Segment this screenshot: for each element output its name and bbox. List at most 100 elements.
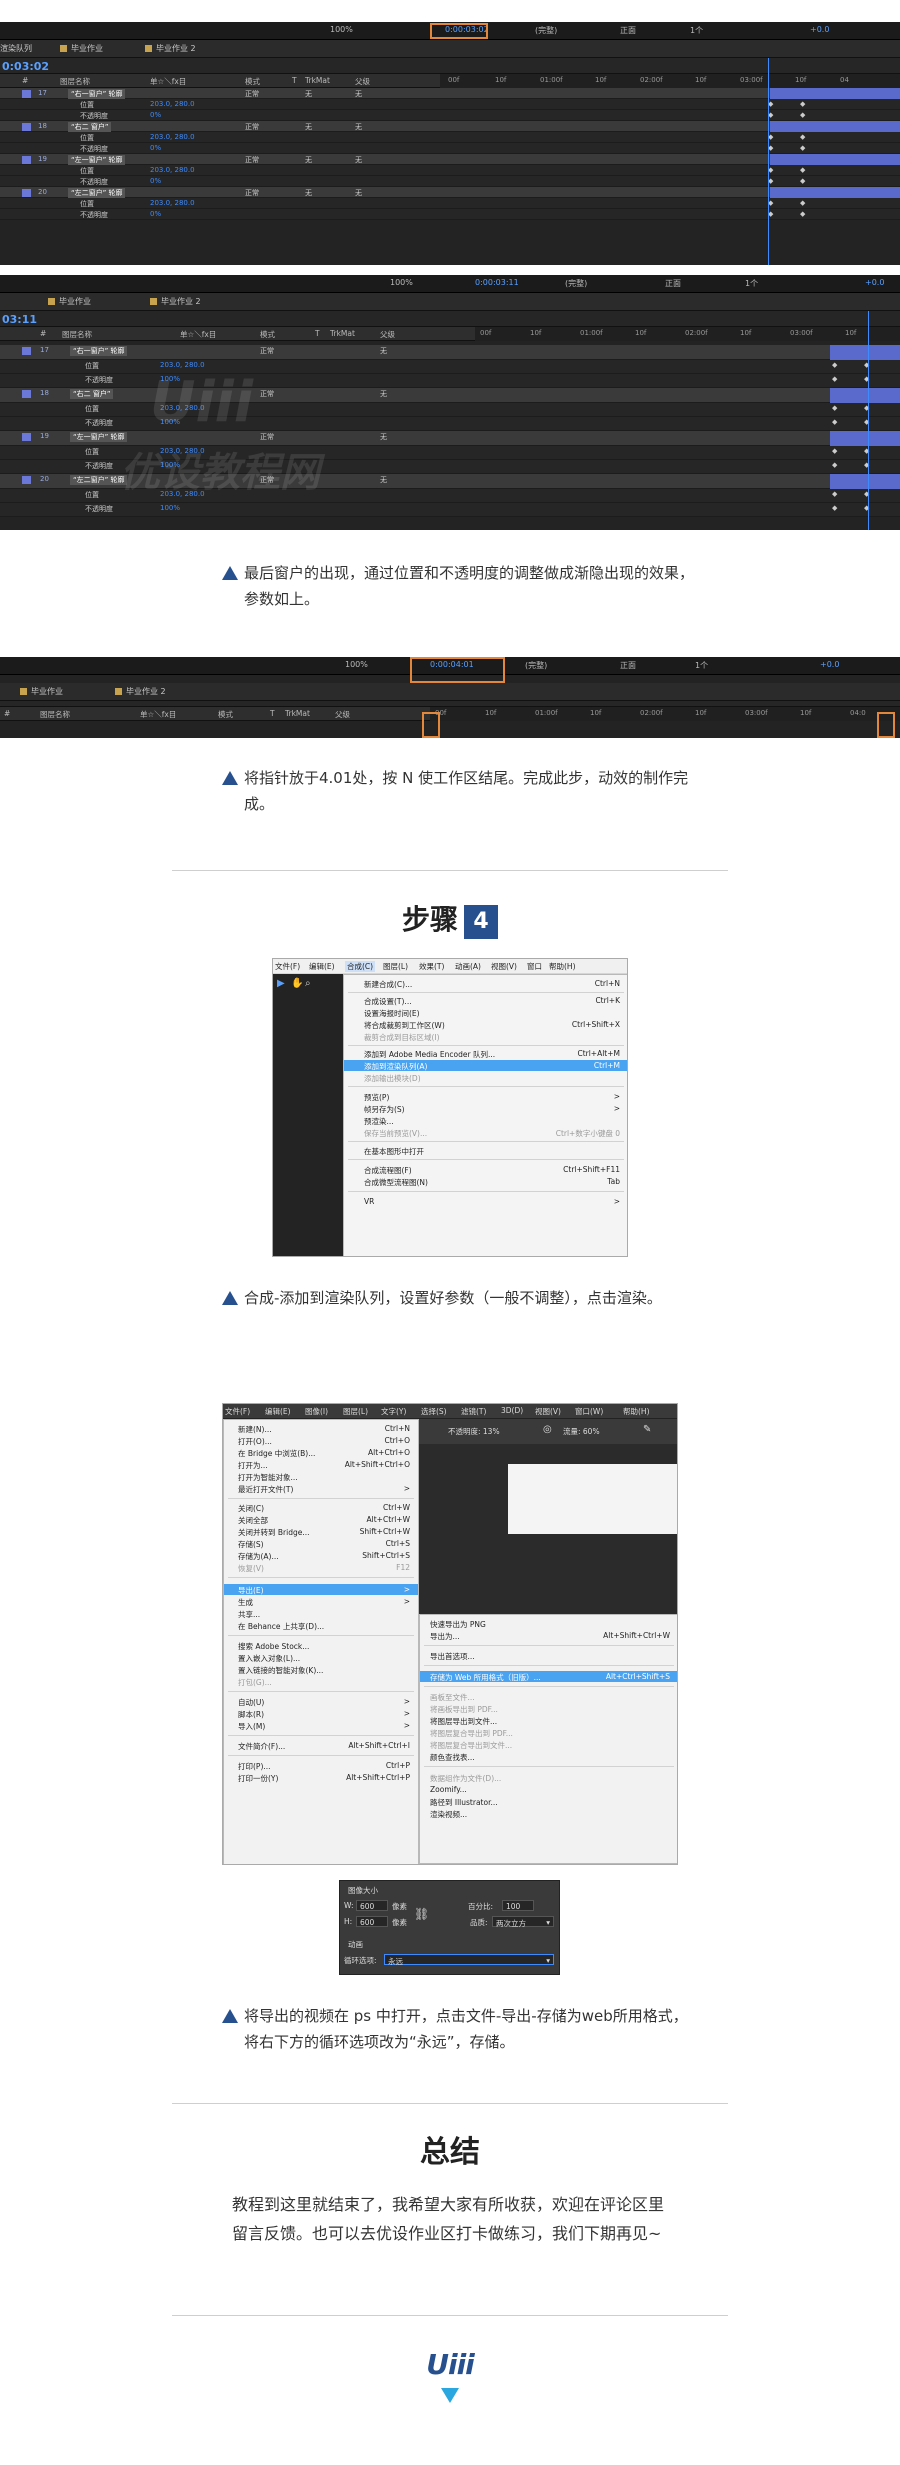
height-field[interactable]: 600 — [356, 1916, 388, 1927]
prop-value[interactable]: 203.0, 280.0 — [150, 166, 195, 174]
layer-mode[interactable]: 正常 — [245, 122, 259, 132]
keyframe-icon[interactable]: ◆ — [800, 199, 805, 207]
layer-name[interactable]: “右二 窗户” — [68, 122, 112, 132]
menu-item[interactable]: 将合成裁剪到工作区(W) Ctrl+Shift+X — [344, 1019, 627, 1030]
flow-field[interactable]: 流量: 60% — [563, 1426, 600, 1437]
layer-row[interactable]: 20 “左二窗户” 轮廓 正常 无 无 — [0, 187, 900, 198]
menu-item[interactable]: 存储为(A)... Shift+Ctrl+S — [224, 1550, 418, 1561]
label-color[interactable] — [22, 90, 31, 98]
menu-item[interactable]: 将图层复合导出到 PDF... — [420, 1727, 677, 1738]
label-color[interactable] — [22, 433, 31, 441]
keyframe-icon[interactable]: ◆ — [800, 100, 805, 108]
layer-name[interactable]: “左二窗户” 轮廓 — [70, 475, 128, 485]
menu-item[interactable]: 数据组作为文件(D)... — [420, 1772, 677, 1783]
menu-item[interactable]: 合成微型流程图(N) Tab — [344, 1176, 627, 1187]
timecode[interactable]: 0:03:02 — [2, 60, 49, 73]
layer-mode[interactable]: 正常 — [260, 389, 274, 399]
tab-comp-1[interactable]: 毕业作业 — [60, 43, 103, 54]
menu-item[interactable]: 裁剪合成到目标区域(I) — [344, 1031, 627, 1042]
label-color[interactable] — [22, 123, 31, 131]
resolution[interactable]: (完整) — [525, 660, 547, 671]
ps-canvas[interactable] — [508, 1464, 677, 1534]
resolution[interactable]: (完整) — [565, 278, 587, 289]
menu-item[interactable]: 新建合成(C)... Ctrl+N — [344, 978, 627, 989]
view-mode[interactable]: 正面 — [665, 278, 681, 289]
menu-item[interactable]: 设置海报时间(E) — [344, 1007, 627, 1018]
prop-value[interactable]: 0% — [150, 177, 161, 185]
menu-item[interactable]: 打印(P)... Ctrl+P — [224, 1760, 418, 1771]
prop-value[interactable]: 203.0, 280.0 — [150, 100, 195, 108]
keyframe-icon[interactable]: ◆ — [832, 404, 837, 412]
menu-edit[interactable]: 编辑(E) — [265, 1406, 291, 1417]
menu-item[interactable]: 将图层导出到文件... — [420, 1715, 677, 1726]
keyframe-icon[interactable]: ◆ — [800, 210, 805, 218]
layer-bar[interactable] — [770, 88, 900, 99]
menu-item[interactable]: 新建(N)... Ctrl+N — [224, 1423, 418, 1434]
label-color[interactable] — [22, 390, 31, 398]
layer-parent[interactable]: 无 — [355, 188, 362, 198]
layer-row[interactable]: 17 “右一窗户” 轮廓 正常 无 — [0, 345, 900, 360]
menu-item[interactable]: 在基本图形中打开 — [344, 1145, 627, 1156]
prop-value[interactable]: 203.0, 280.0 — [160, 361, 205, 369]
zoom-level[interactable]: 100% — [390, 278, 413, 287]
opacity-field[interactable]: 不透明度: 13% — [448, 1426, 500, 1437]
prop-value[interactable]: 203.0, 280.0 — [150, 199, 195, 207]
menu-help[interactable]: 帮助(H) — [549, 961, 576, 972]
layer-row[interactable]: 17 “右一窗户” 轮廓 正常 无 无 — [0, 88, 900, 99]
layer-parent[interactable]: 无 — [380, 389, 387, 399]
menu-animation[interactable]: 动画(A) — [455, 961, 481, 972]
prop-value[interactable]: 0% — [150, 144, 161, 152]
playhead[interactable] — [768, 58, 769, 265]
menu-composition[interactable]: 合成(C) — [345, 961, 376, 972]
keyframe-icon[interactable]: ◆ — [832, 490, 837, 498]
keyframe-icon[interactable]: ◆ — [800, 144, 805, 152]
layer-mode[interactable]: 正常 — [245, 89, 259, 99]
menu-item[interactable]: 关闭并转到 Bridge... Shift+Ctrl+W — [224, 1526, 418, 1537]
menu-item[interactable]: 渲染视频... — [420, 1808, 677, 1819]
menu-item[interactable]: 合成设置(T)... Ctrl+K — [344, 995, 627, 1006]
pressure-icon[interactable]: ◎ — [543, 1424, 552, 1435]
layer-mode[interactable]: 正常 — [245, 188, 259, 198]
current-time[interactable]: 0:00:03:11 — [475, 278, 519, 287]
layer-name[interactable]: “右一窗户” 轮廓 — [70, 346, 128, 356]
menu-window[interactable]: 窗口(W) — [575, 1406, 603, 1417]
menu-item[interactable]: 添加到 Adobe Media Encoder 队列... Ctrl+Alt+M — [344, 1048, 627, 1059]
tab-render-queue[interactable]: 渲染队列 — [0, 43, 32, 54]
prop-value[interactable]: 203.0, 280.0 — [150, 133, 195, 141]
time-ruler[interactable]: 00f 10f 01:00f 10f 02:00f 10f 03:00f 10f… — [430, 707, 900, 721]
view-mode[interactable]: 正面 — [620, 660, 636, 671]
time-ruler[interactable]: 00f 10f 01:00f 10f 02:00f 10f 03:00f 10f — [475, 327, 900, 341]
menu-item-save-for-web[interactable]: 存储为 Web 所用格式（旧版）... Alt+Ctrl+Shift+S — [420, 1671, 677, 1682]
menu-item[interactable]: 帧另存为(S) > — [344, 1103, 627, 1114]
menu-item[interactable]: 画板至文件... — [420, 1691, 677, 1702]
menu-3d[interactable]: 3D(D) — [501, 1406, 523, 1415]
menu-item[interactable]: 导入(M) > — [224, 1720, 418, 1731]
menu-item-add-to-render-queue[interactable]: 添加到渲染队列(A) Ctrl+M — [344, 1060, 627, 1071]
menu-item[interactable]: 关闭全部 Alt+Ctrl+W — [224, 1514, 418, 1525]
tab-comp-2[interactable]: 毕业作业 2 — [145, 43, 196, 54]
menu-item[interactable]: 打开(O)... Ctrl+O — [224, 1435, 418, 1446]
layer-name[interactable]: “左一窗户” 轮廓 — [70, 432, 128, 442]
keyframe-icon[interactable]: ◆ — [800, 111, 805, 119]
timecode[interactable]: 03:11 — [2, 313, 37, 326]
menu-select[interactable]: 选择(S) — [421, 1406, 447, 1417]
menu-item[interactable]: 自动(U) > — [224, 1696, 418, 1707]
menu-item[interactable]: 打印一份(Y) Alt+Shift+Ctrl+P — [224, 1772, 418, 1783]
menu-filter[interactable]: 滤镜(T) — [461, 1406, 486, 1417]
tab-comp-2[interactable]: 毕业作业 2 — [150, 296, 201, 307]
menu-item[interactable]: 关闭(C) Ctrl+W — [224, 1502, 418, 1513]
exposure[interactable]: +0.0 — [865, 278, 884, 287]
loop-select[interactable]: 永远 ▾ — [384, 1954, 554, 1966]
menu-effect[interactable]: 效果(T) — [419, 961, 444, 972]
label-color[interactable] — [22, 347, 31, 355]
zoom-level[interactable]: 100% — [330, 25, 353, 34]
keyframe-icon[interactable]: ◆ — [832, 375, 837, 383]
tab-comp-1[interactable]: 毕业作业 — [20, 686, 63, 697]
playhead[interactable] — [868, 311, 869, 530]
menu-view[interactable]: 视图(V) — [535, 1406, 561, 1417]
view-count[interactable]: 1个 — [695, 660, 708, 671]
layer-row[interactable]: 18 “右二 窗户” 正常 无 无 — [0, 121, 900, 132]
label-color[interactable] — [22, 476, 31, 484]
tab-comp-1[interactable]: 毕业作业 — [48, 296, 91, 307]
layer-trkmat[interactable]: 无 — [305, 89, 312, 99]
